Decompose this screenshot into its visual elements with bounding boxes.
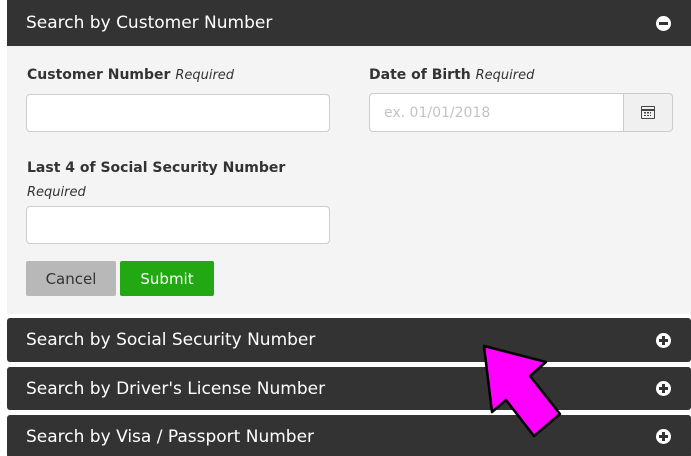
date-picker-button[interactable] xyxy=(624,93,673,132)
accordion-header-customer-number[interactable]: Search by Customer Number xyxy=(7,0,691,46)
customer-number-input[interactable] xyxy=(26,94,330,132)
accordion-title-customer-number: Search by Customer Number xyxy=(26,13,273,33)
cancel-button[interactable]: Cancel xyxy=(26,261,116,296)
calendar-icon xyxy=(641,106,655,119)
submit-button[interactable]: Submit xyxy=(120,261,214,296)
ssn-last4-label: Last 4 of Social Security Number Require… xyxy=(27,160,286,200)
date-of-birth-label: Date of Birth Required xyxy=(369,67,535,83)
accordion-header-visa-passport-number[interactable]: Search by Visa / Passport Number xyxy=(7,415,691,456)
accordion-header-social-security-number[interactable]: Search by Social Security Number xyxy=(7,318,691,362)
accordion-title-visa-passport-number: Search by Visa / Passport Number xyxy=(26,426,315,447)
customer-number-form-panel: Customer Number Required Date of Birth R… xyxy=(7,46,691,314)
required-marker: Required xyxy=(475,68,535,83)
plus-circle-icon[interactable] xyxy=(656,332,671,348)
search-accordion-screen: y Search by Customer Number Customer Num… xyxy=(0,0,691,456)
date-of-birth-input[interactable] xyxy=(369,93,624,132)
minus-circle-icon[interactable] xyxy=(656,15,671,31)
required-marker: Required xyxy=(27,185,86,200)
accordion-title-social-security-number: Search by Social Security Number xyxy=(26,330,316,350)
pointer-arrow-icon xyxy=(482,344,562,438)
accordion-header-drivers-license-number[interactable]: Search by Driver's License Number xyxy=(7,367,691,410)
ssn-last4-input[interactable] xyxy=(26,206,330,244)
plus-circle-icon[interactable] xyxy=(656,429,671,444)
required-marker: Required xyxy=(175,68,235,83)
accordion-title-drivers-license-number: Search by Driver's License Number xyxy=(26,378,326,399)
customer-number-label: Customer Number Required xyxy=(27,67,235,83)
plus-circle-icon[interactable] xyxy=(656,381,671,396)
